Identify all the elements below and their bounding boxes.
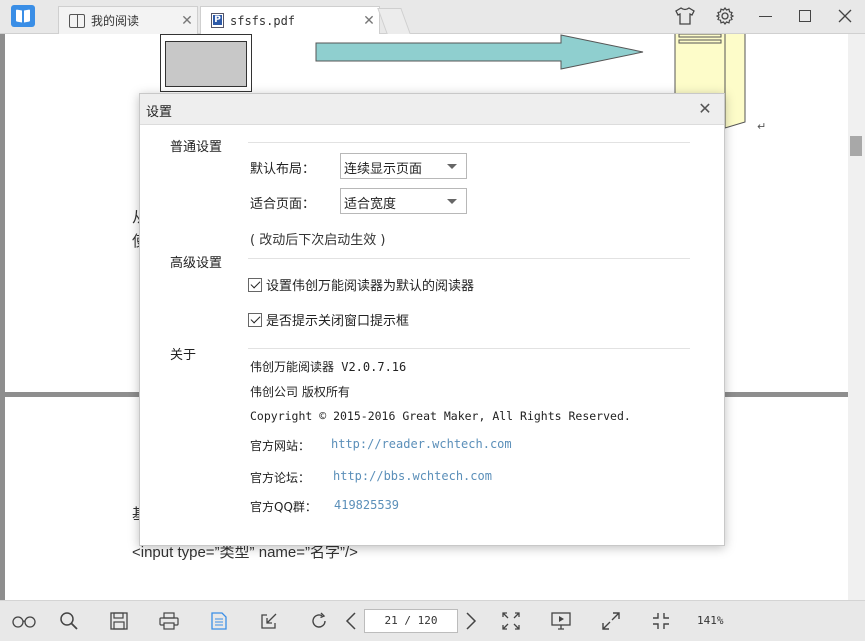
app-logo-icon (11, 5, 35, 27)
expand-icon (602, 612, 620, 630)
tab-close-icon[interactable]: ✕ (359, 13, 379, 29)
book-icon (69, 13, 85, 28)
title-bar: 我的阅读 ✕ sfsfs.pdf ✕ (0, 0, 865, 34)
new-tab-button[interactable] (377, 8, 411, 34)
vertical-scrollbar[interactable] (848, 34, 865, 600)
page-icon (211, 612, 227, 630)
maximize-icon (799, 10, 811, 22)
advanced-settings-title: 高级设置 (170, 256, 223, 271)
tab-my-reading[interactable]: 我的阅读 ✕ (58, 6, 198, 34)
shirt-icon (675, 7, 695, 25)
select-value: 连续显示页面 (344, 162, 423, 177)
rotate-button[interactable] (305, 608, 333, 634)
actual-size-button[interactable] (647, 608, 675, 634)
default-layout-label: 默认布局： (250, 162, 316, 177)
tab-label: 我的阅读 (91, 14, 140, 28)
select-value: 适合宽度 (344, 197, 397, 212)
next-page-button[interactable] (457, 608, 485, 634)
presentation-button[interactable] (547, 608, 575, 634)
copyright-notice: Copyright © 2015-2016 Great Maker, All R… (250, 409, 631, 423)
bottom-toolbar: 21 / 120 141% (0, 600, 865, 641)
collapse-icon (653, 613, 669, 629)
export-button[interactable] (255, 608, 283, 634)
forum-link[interactable]: http://bbs.wchtech.com (333, 469, 492, 483)
figure-computer-box (160, 34, 252, 92)
website-label: 官方网站： (250, 439, 311, 453)
dialog-close-button[interactable]: ✕ (696, 100, 714, 118)
minimize-button[interactable] (746, 2, 784, 30)
scrollbar-thumb[interactable] (850, 136, 862, 156)
print-button[interactable] (155, 608, 183, 634)
printer-icon (159, 612, 179, 630)
maximize-button[interactable] (786, 2, 824, 30)
qq-group-number[interactable]: 419825539 (334, 498, 399, 512)
gear-icon (716, 7, 734, 25)
chevron-down-icon (447, 199, 457, 204)
company-copyright: 伟创公司 版权所有 (250, 385, 350, 399)
single-page-button[interactable] (205, 608, 233, 634)
page-indicator: 21 / 120 (384, 614, 438, 627)
close-window-button[interactable] (826, 2, 864, 30)
fit-page-select[interactable]: 适合宽度 (340, 188, 467, 214)
fit-page-icon (502, 612, 520, 630)
fit-page-label: 适合页面： (250, 197, 316, 212)
pdf-file-icon (211, 13, 224, 28)
save-icon (110, 612, 128, 630)
minimize-icon (758, 15, 772, 17)
tab-label: sfsfs.pdf (230, 13, 296, 28)
dialog-header: 设置 ✕ (140, 94, 724, 125)
skin-button[interactable] (666, 2, 704, 30)
close-prompt-checkbox[interactable] (248, 312, 262, 327)
section-divider (248, 142, 690, 143)
qq-group-label: 官方QQ群： (250, 500, 317, 514)
product-version: 伟创万能阅读器 V2.0.7.16 (250, 360, 407, 374)
search-button[interactable] (55, 608, 83, 634)
chevron-down-icon (447, 164, 457, 169)
restart-note: ( 改动后下次启动生效 ) (250, 233, 386, 248)
page-number-input[interactable]: 21 / 120 (364, 609, 458, 633)
forum-label: 官方论坛： (250, 471, 311, 485)
close-prompt-option[interactable]: 是否提示关闭窗口提示框 (248, 310, 409, 329)
default-reader-option[interactable]: 设置伟创万能阅读器为默认的阅读器 (248, 275, 474, 294)
zoom-level[interactable]: 141% (697, 614, 724, 627)
chevron-left-icon (345, 612, 356, 630)
section-divider (248, 258, 690, 259)
save-button[interactable] (105, 608, 133, 634)
tab-close-icon[interactable]: ✕ (177, 13, 197, 29)
reading-mode-button[interactable] (10, 608, 38, 634)
about-title: 关于 (170, 348, 197, 363)
fit-page-button[interactable] (497, 608, 525, 634)
rotate-icon (312, 612, 326, 628)
dialog-title: 设置 (146, 105, 173, 120)
default-layout-select[interactable]: 连续显示页面 (340, 153, 467, 179)
tab-document[interactable]: sfsfs.pdf ✕ (200, 6, 380, 34)
fullscreen-button[interactable] (597, 608, 625, 634)
previous-page-button[interactable] (337, 608, 365, 634)
website-link[interactable]: http://reader.wchtech.com (331, 437, 512, 451)
presentation-icon (551, 612, 571, 630)
close-icon (838, 9, 852, 23)
settings-dialog: 设置 ✕ 普通设置 默认布局： 连续显示页面 适合页面： 适合宽度 ( 改动后下… (139, 93, 725, 546)
section-divider (248, 348, 690, 349)
paragraph-mark: ↵ (757, 120, 767, 133)
settings-button[interactable] (706, 2, 744, 30)
figure-arrow (315, 34, 644, 70)
checkbox-label: 是否提示关闭窗口提示框 (266, 314, 410, 329)
chevron-right-icon (466, 612, 477, 630)
default-reader-checkbox[interactable] (248, 277, 262, 292)
search-icon (60, 612, 78, 630)
general-settings-title: 普通设置 (170, 140, 223, 155)
checkbox-label: 设置伟创万能阅读器为默认的阅读器 (266, 279, 475, 294)
export-icon (261, 613, 277, 629)
glasses-icon (12, 616, 36, 628)
